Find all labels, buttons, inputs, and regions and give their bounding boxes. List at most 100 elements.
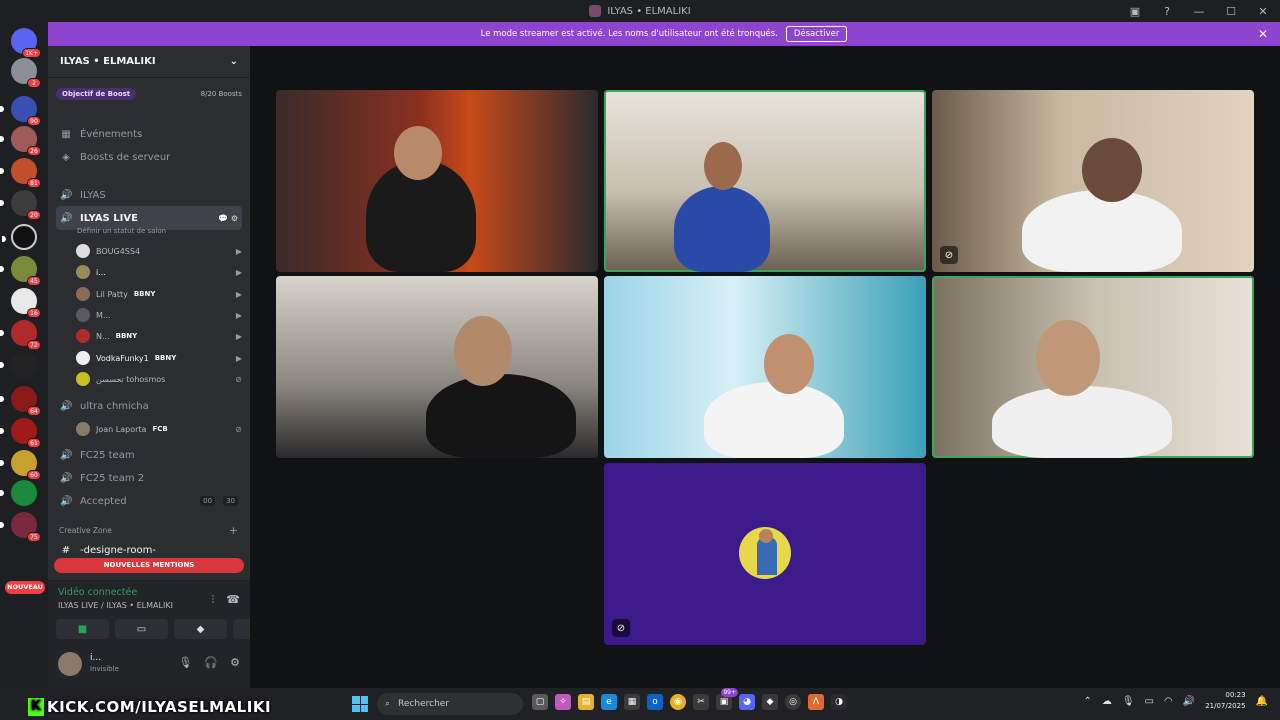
guild-header[interactable]: ILYAS • ELMALIKI ⌄ xyxy=(48,46,250,78)
chevron-down-icon[interactable]: ⌄ xyxy=(230,56,238,67)
close-window-button[interactable]: ✕ xyxy=(1256,5,1270,18)
inbox-icon[interactable]: ▣ xyxy=(1128,5,1142,18)
system-tray: ⌃ ☁ 🎙 ▭ ◠ 🔊 00:23 21/07/2025 🔔 xyxy=(1083,690,1268,712)
voice-user[interactable]: Lil Patty BBNY ▶ xyxy=(76,284,242,304)
server-item[interactable] xyxy=(0,480,37,506)
voice-user[interactable]: تحسسن tohosmos ⊘ xyxy=(76,369,242,389)
obs-icon[interactable]: ◎ xyxy=(785,694,801,710)
voice-status[interactable]: Vidéo connectée xyxy=(58,587,137,598)
discord-icon[interactable]: ◕ xyxy=(739,694,755,710)
video-tile[interactable] xyxy=(604,90,926,272)
outlook-icon[interactable]: o xyxy=(647,694,663,710)
channel-status-hint[interactable]: Définir un statut de salon xyxy=(77,227,166,235)
video-tile[interactable]: ⊘ xyxy=(932,90,1254,272)
cloud-icon[interactable]: ☁ xyxy=(1102,696,1112,707)
copilot-icon[interactable]: ✧ xyxy=(555,694,571,710)
category-creative-zone[interactable]: Creative Zone xyxy=(59,526,112,535)
clock[interactable]: 00:23 21/07/2025 xyxy=(1205,690,1245,712)
server-item[interactable]: 2 xyxy=(11,58,41,88)
video-tile[interactable] xyxy=(276,276,598,458)
boost-goal[interactable]: Objectif de Boost 8/20 Boosts xyxy=(56,86,242,102)
microphone-icon[interactable]: 🎙 xyxy=(178,656,192,669)
voice-channel-path[interactable]: ILYAS LIVE / ILYAS • ELMALIKI xyxy=(58,601,173,610)
channel-settings-icon[interactable]: 💬 ⚙ xyxy=(218,214,238,223)
microphone-icon[interactable]: 🎙 xyxy=(1122,696,1135,707)
network-icon[interactable]: ▭ xyxy=(1145,696,1154,707)
voice-channel-fc25[interactable]: 🔊 FC25 team xyxy=(56,445,242,465)
new-mentions-button[interactable]: NOUVELLES MENTIONS xyxy=(54,558,244,573)
disable-streamer-button[interactable]: Désactiver xyxy=(785,26,848,42)
noise-suppression-icon[interactable]: ⫶ xyxy=(212,593,215,607)
app-icon[interactable]: ◑ xyxy=(831,694,847,710)
voice-channel-accepted[interactable]: 🔊 Accepted 00 30 xyxy=(56,491,242,511)
photos-icon[interactable]: ▣ 99+ xyxy=(716,688,738,710)
video-tile[interactable] xyxy=(932,276,1254,458)
voice-user[interactable]: N... BBNY ▶ xyxy=(76,326,242,346)
server-item[interactable]: 60 xyxy=(0,450,41,480)
text-channel-designe-room[interactable]: # -designe-room- xyxy=(56,540,242,560)
server-boosts-item[interactable]: ◈ Boosts de serveur xyxy=(56,147,242,167)
screen-share-button[interactable]: ▭ xyxy=(115,619,168,639)
voice-user[interactable]: Joan Laporta FCB ⊘ xyxy=(76,419,242,439)
server-item[interactable]: 64 xyxy=(0,386,41,416)
server-item[interactable]: 61 xyxy=(0,418,41,448)
server-item[interactable] xyxy=(0,352,37,378)
close-icon[interactable]: ✕ xyxy=(1258,27,1268,41)
app-icon[interactable]: Λ xyxy=(808,694,824,710)
maximize-button[interactable]: ☐ xyxy=(1224,5,1238,18)
minimize-button[interactable]: — xyxy=(1192,5,1206,18)
voice-user[interactable]: M... ▶ xyxy=(76,305,242,325)
dm-button[interactable]: 1K+ xyxy=(11,28,41,58)
gamepad-icon[interactable]: ◆ xyxy=(762,694,778,710)
server-item[interactable] xyxy=(2,224,37,250)
voice-channel-ultra[interactable]: 🔊 ultra chmicha xyxy=(56,396,242,416)
camera-button[interactable]: ■ xyxy=(56,619,109,639)
video-tile[interactable] xyxy=(604,276,926,458)
speaker-icon: 🔊 xyxy=(60,495,73,507)
gear-icon[interactable]: ⚙ xyxy=(230,656,240,669)
server-item[interactable]: 81 xyxy=(0,158,41,188)
user-status: Invisible xyxy=(90,665,119,673)
video-tile[interactable] xyxy=(276,90,598,272)
chevron-up-icon[interactable]: ⌃ xyxy=(1083,696,1091,707)
server-item[interactable]: 72 xyxy=(0,320,41,350)
voice-channel-ilyas[interactable]: 🔊 ILYAS xyxy=(56,185,242,205)
voice-channel-fc25-2[interactable]: 🔊 FC25 team 2 xyxy=(56,468,242,488)
voice-user[interactable]: VodkaFunky1 BBNY ▶ xyxy=(76,348,242,368)
server-item[interactable]: 75 xyxy=(0,512,41,542)
task-view-icon[interactable]: ▢ xyxy=(532,694,548,710)
kick-logo: K xyxy=(28,698,44,716)
hash-icon: # xyxy=(61,544,71,556)
voice-user[interactable]: BOUG4SS4 ▶ xyxy=(76,241,242,261)
start-button[interactable] xyxy=(352,696,368,712)
camera-icon: ▶ xyxy=(235,289,242,299)
video-stage: ⊘ ⊘ xyxy=(250,46,1280,688)
server-item[interactable]: 90 xyxy=(0,96,41,126)
voice-user[interactable]: i... ▶ xyxy=(76,262,242,282)
window-title: ILYAS • ELMALIKI xyxy=(607,5,691,17)
add-channel-icon[interactable]: + xyxy=(229,524,238,537)
video-tile-avatar[interactable]: ⊘ xyxy=(604,463,926,645)
snipping-icon[interactable]: ✂ xyxy=(693,694,709,710)
help-icon[interactable]: ? xyxy=(1160,5,1174,18)
notification-icon[interactable]: 🔔 xyxy=(1256,696,1268,707)
voice-connection-panel: Vidéo connectée ILYAS LIVE / ILYAS • ELM… xyxy=(48,580,286,644)
headphones-icon[interactable]: 🎧 xyxy=(204,656,218,669)
edge-icon[interactable]: e xyxy=(601,694,617,710)
chrome-icon[interactable]: ◉ xyxy=(670,694,686,710)
new-badge[interactable]: NOUVEAU xyxy=(5,581,45,594)
explorer-icon[interactable]: ▤ xyxy=(578,694,594,710)
server-item[interactable]: 26 xyxy=(0,126,41,156)
server-item[interactable]: 20 xyxy=(0,190,41,220)
wifi-icon[interactable]: ◠ xyxy=(1164,696,1173,707)
server-item[interactable]: 16 xyxy=(11,288,41,318)
volume-icon[interactable]: 🔊 xyxy=(1183,696,1195,707)
avatar[interactable] xyxy=(58,652,82,676)
events-item[interactable]: ▦ Événements xyxy=(56,124,242,144)
taskbar-search[interactable]: ⌕ Rechercher xyxy=(377,693,523,715)
disconnect-icon[interactable]: ☎ xyxy=(226,593,240,607)
activities-button[interactable]: ◆ xyxy=(174,619,227,639)
user-name: i... xyxy=(90,653,102,663)
server-item[interactable]: 45 xyxy=(0,256,41,286)
store-icon[interactable]: ▦ xyxy=(624,694,640,710)
